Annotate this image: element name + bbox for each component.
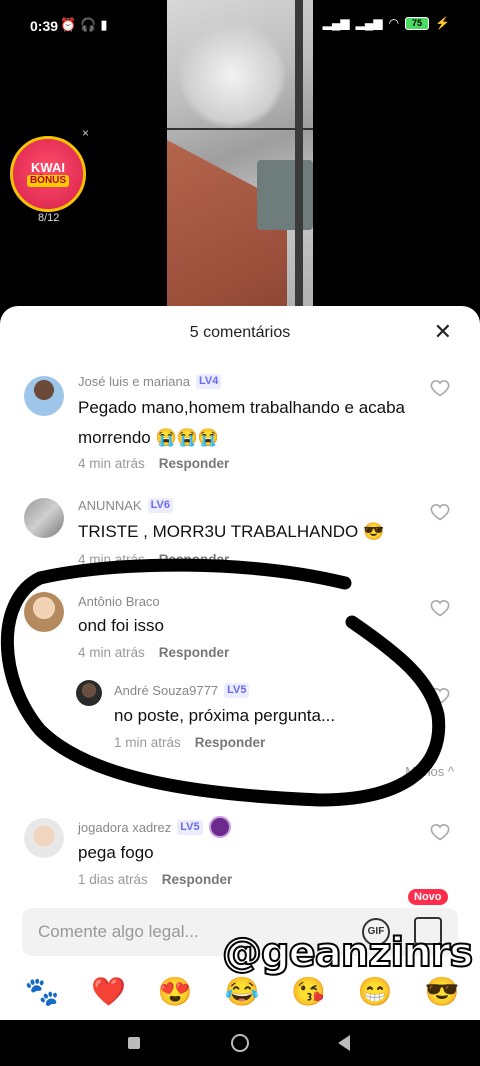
comment-text: no poste, próxima pergunta... bbox=[114, 706, 336, 725]
headphones-icon: 🎧 bbox=[80, 17, 97, 32]
emoji-sunglasses-icon[interactable]: 😎 bbox=[422, 974, 462, 1010]
like-heart-icon[interactable] bbox=[430, 686, 450, 706]
screen: 0:39 ⏰ 🎧 ▮ ▂▄▆ ▂▄▆ ◠ 75 ⚡ KWAI BÔNUS × 8… bbox=[0, 0, 480, 1066]
status-time: 0:39 bbox=[30, 18, 59, 34]
like-heart-icon[interactable] bbox=[430, 822, 450, 842]
emoji-grin-icon[interactable]: 😁 bbox=[355, 974, 395, 1010]
watermark: @geanzinrs bbox=[221, 929, 474, 977]
comment-author[interactable]: ANUNNAK LV6 bbox=[78, 498, 173, 513]
comment-meta: 1 min atrás Responder bbox=[114, 735, 265, 750]
status-notification-icons: ⏰ 🎧 ▮ bbox=[60, 17, 108, 33]
kwai-bonus-line1: KWAI bbox=[31, 160, 65, 175]
comment-time: 1 min atrás bbox=[114, 735, 181, 750]
comment-author[interactable]: André Souza9777 LV5 bbox=[114, 683, 250, 698]
emoji-heart-icon[interactable]: ❤️ bbox=[89, 974, 129, 1010]
video-smoke bbox=[177, 20, 287, 130]
comment-text: Pegado mano,homem trabalhando e acaba mo… bbox=[78, 398, 406, 447]
kwai-bonus-line2: BÔNUS bbox=[26, 175, 70, 187]
comment-author[interactable]: jogadora xadrez LV5 bbox=[78, 816, 231, 838]
alarm-icon: ⏰ bbox=[60, 17, 77, 32]
avatar[interactable] bbox=[24, 376, 64, 416]
emoji-heart-eyes-icon[interactable]: 😍 bbox=[155, 974, 195, 1010]
comment-text: TRISTE , MORR3U TRABALHANDO 😎 bbox=[78, 522, 385, 541]
like-heart-icon[interactable] bbox=[430, 598, 450, 618]
comment-time: 4 min atrás bbox=[78, 552, 145, 567]
reply-button[interactable]: Responder bbox=[195, 735, 266, 750]
kwai-progress: 8/12 bbox=[38, 212, 60, 224]
signal-icon: ▂▄▆ bbox=[322, 16, 350, 30]
video-pole bbox=[295, 0, 303, 306]
video-icon: ▮ bbox=[100, 17, 108, 32]
like-heart-icon[interactable] bbox=[430, 378, 450, 398]
comments-sheet: 5 comentários ✕ José luis e mariana LV4 … bbox=[0, 306, 480, 1020]
system-nav-bar bbox=[0, 1020, 480, 1066]
fan-badge-icon bbox=[208, 816, 231, 838]
comment-time: 1 dias atrás bbox=[78, 872, 148, 887]
kwai-close-icon[interactable]: × bbox=[82, 126, 89, 140]
emoji-kwai-icon[interactable]: 🐾 bbox=[22, 974, 62, 1010]
avatar[interactable] bbox=[24, 818, 64, 858]
comment-text: pega fogo bbox=[78, 843, 154, 862]
comment-input-placeholder: Comente algo legal... bbox=[38, 922, 199, 941]
level-badge: LV6 bbox=[147, 498, 173, 513]
comment-text: ond foi isso bbox=[78, 616, 164, 635]
comment-author-name: André Souza9777 bbox=[114, 683, 219, 698]
reply-button[interactable]: Responder bbox=[159, 645, 230, 660]
emoji-kiss-icon[interactable]: 😘 bbox=[289, 974, 329, 1010]
battery-icon: 75 bbox=[405, 16, 430, 30]
avatar[interactable] bbox=[24, 592, 64, 632]
avatar[interactable] bbox=[76, 680, 102, 706]
back-icon[interactable] bbox=[338, 1035, 350, 1051]
video-player[interactable] bbox=[167, 0, 313, 306]
avatar[interactable] bbox=[24, 498, 64, 538]
level-badge: LV5 bbox=[224, 683, 250, 698]
level-badge: LV4 bbox=[196, 374, 222, 389]
comment-meta: 4 min atrás Responder bbox=[78, 645, 229, 660]
comment-time: 4 min atrás bbox=[78, 645, 145, 660]
signal-icon-2: ▂▄▆ bbox=[355, 16, 383, 30]
video-wire bbox=[167, 128, 313, 130]
home-icon[interactable] bbox=[231, 1034, 249, 1052]
wifi-icon: ◠ bbox=[388, 16, 400, 30]
new-badge: Novo bbox=[408, 889, 448, 905]
comment-author-name: ANUNNAK bbox=[78, 498, 142, 513]
close-icon[interactable]: ✕ bbox=[434, 320, 452, 344]
comment-meta: 4 min atrás Responder bbox=[78, 456, 229, 471]
comment-meta: 4 min atrás Responder bbox=[78, 552, 229, 567]
comments-title: 5 comentários bbox=[189, 324, 291, 341]
recents-icon[interactable] bbox=[128, 1037, 140, 1049]
video-transformer bbox=[257, 160, 313, 230]
kwai-bonus-button[interactable]: KWAI BÔNUS bbox=[10, 136, 86, 212]
comment-meta: 1 dias atrás Responder bbox=[78, 872, 232, 887]
emoji-laugh-icon[interactable]: 😂 bbox=[222, 974, 262, 1010]
comment-author-name: José luis e mariana bbox=[78, 374, 190, 389]
comment-author-name: jogadora xadrez bbox=[78, 819, 172, 835]
reply-button[interactable]: Responder bbox=[159, 456, 230, 471]
like-heart-icon[interactable] bbox=[430, 502, 450, 522]
reply-button[interactable]: Responder bbox=[159, 552, 230, 567]
status-system-icons: ▂▄▆ ▂▄▆ ◠ 75 ⚡ bbox=[323, 16, 450, 30]
comment-author[interactable]: José luis e mariana LV4 bbox=[78, 374, 222, 389]
comment-author-name: Antônio Braco bbox=[78, 594, 160, 609]
comment-time: 4 min atrás bbox=[78, 456, 145, 471]
collapse-replies-button[interactable]: Menos ^ bbox=[405, 764, 454, 779]
charging-icon: ⚡ bbox=[435, 16, 450, 30]
level-badge: LV5 bbox=[177, 819, 203, 835]
comment-author[interactable]: Antônio Braco bbox=[78, 594, 160, 609]
reply-button[interactable]: Responder bbox=[162, 872, 233, 887]
emoji-quick-bar: 🐾 ❤️ 😍 😂 😘 😁 😎 bbox=[22, 974, 462, 1010]
